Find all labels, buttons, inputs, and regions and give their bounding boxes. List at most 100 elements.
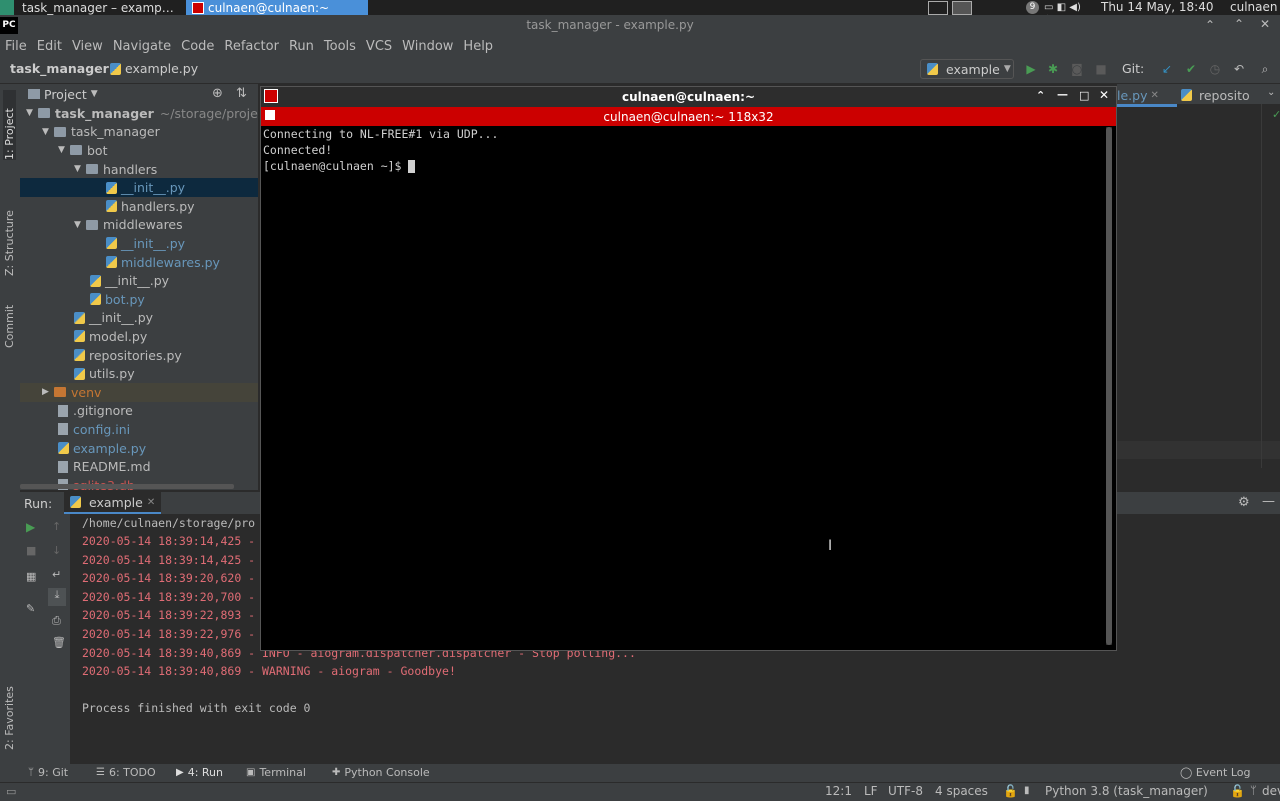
search-icon[interactable]: ⌕ [1258,62,1272,76]
terminal-window[interactable]: culnaen@culnaen:~ ⌃ — □ ✕ culnaen@culnae… [260,86,1117,651]
maximize-icon[interactable]: ⌃ [1234,17,1244,31]
python-interpreter[interactable]: Python 3.8 (task_manager) [1045,784,1208,798]
editor-tab-repositories[interactable]: reposito [1181,86,1271,104]
tree-item[interactable]: config.ini [20,420,258,439]
run-tab-example[interactable]: example ✕ [64,492,162,514]
terminal-scrollbar-track[interactable] [1106,127,1112,645]
menu-view[interactable]: View [67,39,108,54]
tree-item[interactable]: example.py [20,439,258,458]
shade-icon[interactable]: ⌃ [1036,89,1045,102]
workspace-2-icon[interactable] [952,1,972,15]
close-tab-icon[interactable]: ✕ [147,497,155,508]
tree-item[interactable]: repositories.py [20,346,258,365]
tray-icons[interactable]: ▭ ◧ ◀) ▲ [1044,2,1084,24]
gear-icon[interactable]: ⚙ [1238,495,1250,510]
menu-vcs[interactable]: VCS [361,39,397,54]
inspection-ok-icon[interactable]: ✓ [1272,108,1280,121]
tree-item[interactable]: ▼ middlewares [20,216,258,235]
run-config-dropdown[interactable]: example ▼ [920,59,1014,79]
breadcrumb-project[interactable]: task_manager [10,61,109,76]
editor-tab-example[interactable]: le.py ✕ [1117,86,1177,107]
tree-item[interactable]: ▶ venv [20,383,258,402]
workspace-1-icon[interactable] [928,1,948,15]
lock-icon[interactable]: 🔓 [1230,784,1245,798]
maximize-icon[interactable]: □ [1079,89,1089,102]
expanded-arrow-icon[interactable]: ▼ [58,145,70,155]
tabs-dropdown-icon[interactable]: ⌄ [1267,87,1275,98]
menu-tools[interactable]: Tools [319,39,361,54]
taskbar-item-terminal[interactable]: culnaen@culnaen:~ [186,0,368,15]
structure-tool-button[interactable]: Z: Structure [3,188,16,276]
tree-item[interactable]: middlewares.py [20,253,258,272]
tree-item[interactable]: model.py [20,327,258,346]
minimize-icon[interactable]: ⌃ [1205,18,1215,32]
terminal-scrollbar-thumb[interactable] [1106,127,1112,645]
menu-refactor[interactable]: Refactor [219,39,284,54]
breadcrumb-file[interactable]: example.py [110,61,198,76]
collapse-icon[interactable]: ⇅ [236,86,247,101]
locate-icon[interactable]: ⊕ [212,86,223,101]
expanded-arrow-icon[interactable]: ▼ [42,127,54,137]
tree-item[interactable]: .gitignore [20,402,258,421]
lock-icon[interactable]: 🔓 [1003,784,1018,798]
tree-item[interactable]: __init__.py [20,309,258,328]
terminal-titlebar[interactable]: culnaen@culnaen:~ ⌃ — □ ✕ [261,87,1116,107]
pycharm-app-icon[interactable] [0,0,14,15]
close-icon[interactable]: ✕ [1260,17,1270,31]
stop-button[interactable]: ■ [1094,62,1108,76]
tree-item[interactable]: bot.py [20,290,258,309]
menu-run[interactable]: Run [284,39,319,54]
tree-item[interactable]: utils.py [20,364,258,383]
hide-panel-icon[interactable]: — [1262,494,1275,509]
menu-window[interactable]: Window [397,39,458,54]
tree-item[interactable]: ▼ task_manager ~/storage/proje [20,104,258,123]
notification-badge[interactable]: 9 [1026,1,1039,14]
tree-item[interactable]: ▼ handlers [20,160,258,179]
menu-help[interactable]: Help [458,39,498,54]
debug-button[interactable]: ✱ [1046,62,1060,76]
tree-item[interactable]: __init__.py [20,271,258,290]
menu-file[interactable]: File [0,39,32,54]
run-button[interactable]: ▶ [1024,62,1038,76]
bottom-tab-9-git[interactable]: ᛘ 9: Git [28,766,68,779]
menu-edit[interactable]: Edit [32,39,67,54]
collapsed-arrow-icon[interactable]: ▶ [42,387,54,397]
expanded-arrow-icon[interactable]: ▼ [74,220,86,230]
close-icon[interactable]: ✕ [1099,88,1109,102]
rerun-icon[interactable]: ▶ [26,520,35,534]
event-log-button[interactable]: ◯ Event Log [1180,766,1250,779]
bottom-tab-6-todo[interactable]: ☰ 6: TODO [96,766,156,779]
tool-windows-icon[interactable]: ▭ [6,785,16,798]
expanded-arrow-icon[interactable]: ▼ [26,108,38,118]
git-commit-icon[interactable]: ✔ [1184,62,1198,76]
coverage-button[interactable]: ◙ [1070,62,1084,76]
chevron-down-icon[interactable]: ▼ [91,89,98,99]
file-encoding[interactable]: UTF-8 [888,784,923,798]
project-view-title[interactable]: Project [44,87,87,102]
horizontal-scrollbar[interactable] [20,484,234,489]
tree-item[interactable]: handlers.py [20,197,258,216]
commit-tool-button[interactable]: Commit [3,298,16,348]
taskbar-item-pycharm[interactable]: task_manager – examp… [16,0,190,15]
minimize-icon[interactable]: — [1057,88,1068,101]
line-separator[interactable]: LF [864,784,878,798]
bottom-tab-terminal[interactable]: ▣ Terminal [246,766,306,779]
project-tool-button[interactable]: 1: Project [3,90,16,160]
expanded-arrow-icon[interactable]: ▼ [74,164,86,174]
indent-setting[interactable]: 4 spaces [935,784,988,798]
bottom-tab-4-run[interactable]: ▶ 4: Run [176,766,223,779]
close-tab-icon[interactable]: ✕ [1150,90,1158,101]
menu-navigate[interactable]: Navigate [108,39,176,54]
terminal-output[interactable]: Connecting to NL-FREE#1 via UDP... Conne… [261,127,1106,647]
git-update-icon[interactable]: ↙ [1160,62,1174,76]
tree-item[interactable]: __init__.py [20,178,258,197]
clock[interactable]: Thu 14 May, 18:40 [1101,0,1213,15]
git-branch[interactable]: dev [1262,784,1280,798]
user-name[interactable]: culnaen [1230,0,1277,15]
tree-item[interactable]: README.md [20,457,258,476]
rollback-icon[interactable]: ↶ [1232,62,1246,76]
tree-item[interactable]: ▼ task_manager [20,123,258,142]
caret-position[interactable]: 12:1 [825,784,852,798]
tree-item[interactable]: ▼ bot [20,141,258,160]
scroll-up-icon[interactable]: ↑ [52,520,61,533]
